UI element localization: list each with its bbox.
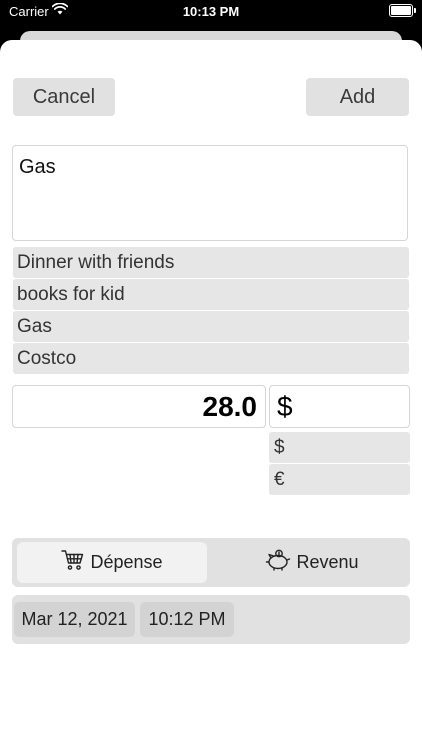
battery-tip [414, 8, 416, 13]
time-picker[interactable]: 10:12 PM [140, 602, 234, 637]
status-time: 10:13 PM [182, 4, 240, 19]
cancel-button[interactable]: Cancel [13, 78, 115, 116]
name-input[interactable]: Gas [12, 145, 408, 241]
amount-input[interactable]: 28.0 [12, 385, 266, 428]
date-picker[interactable]: Mar 12, 2021 [14, 602, 135, 637]
currency-option-dollar[interactable]: $ [269, 432, 410, 463]
suggestion-item[interactable]: Dinner with friends [13, 247, 409, 278]
battery-icon [389, 4, 413, 17]
date-time-bar: Mar 12, 2021 10:12 PM [12, 595, 410, 644]
suggestion-item[interactable]: Gas [13, 311, 409, 342]
piggy-bank-icon [265, 549, 296, 576]
segment-depense-label: Dépense [90, 552, 163, 572]
segment-revenu-label: Revenu [296, 552, 359, 572]
cart-icon [61, 549, 90, 576]
segment-revenu[interactable]: Revenu [217, 542, 407, 583]
status-bar: Carrier 10:13 PM [0, 0, 422, 26]
currency-input[interactable]: $ [269, 385, 410, 428]
currency-option-euro[interactable]: € [269, 464, 410, 495]
add-button[interactable]: Add [306, 78, 409, 116]
add-entry-sheet: Cancel Add Gas Dinner with friends books… [0, 40, 422, 750]
segment-depense[interactable]: Dépense [17, 542, 207, 583]
type-segmented-control: Dépense Revenu [12, 538, 410, 587]
suggestion-item[interactable]: Costco [13, 343, 409, 374]
suggestion-item[interactable]: books for kid [13, 279, 409, 310]
